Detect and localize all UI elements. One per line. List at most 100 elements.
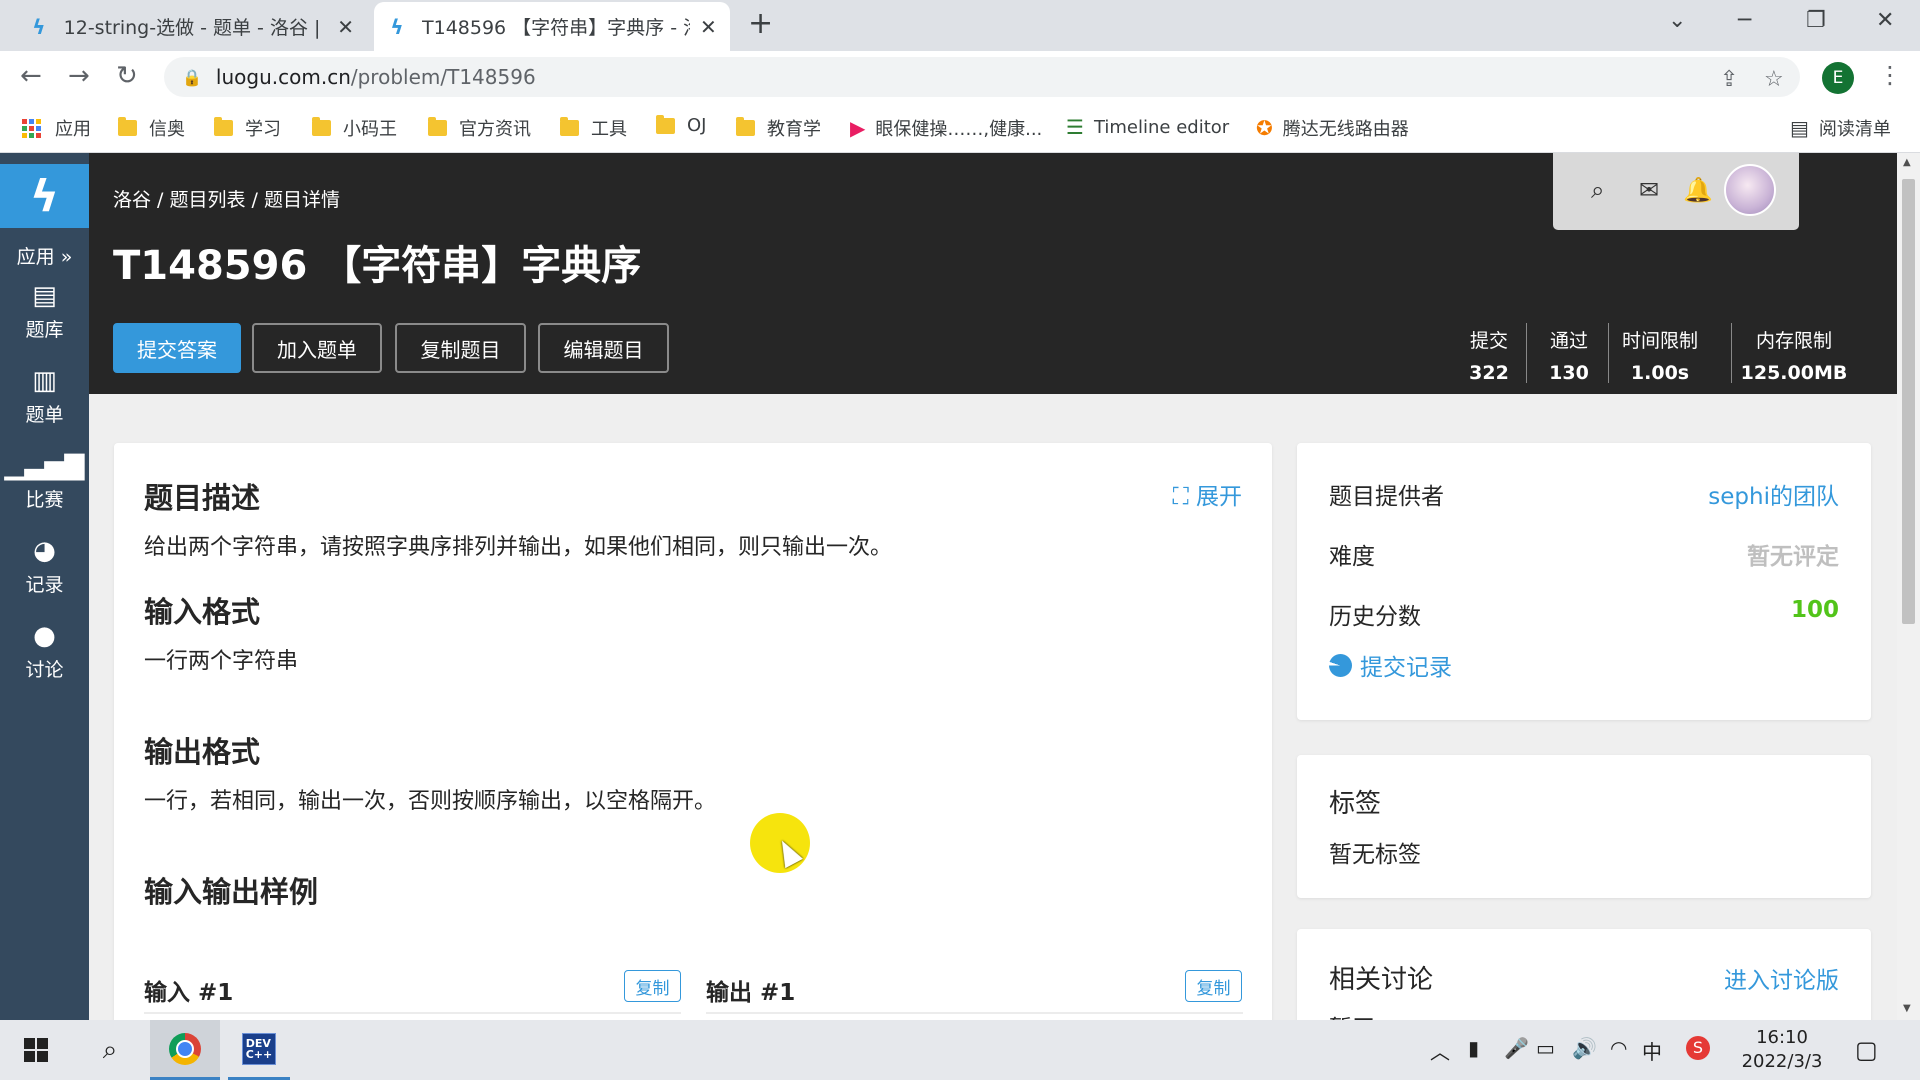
sidebar-item-lists[interactable]: ▥ 题单 xyxy=(0,354,89,439)
discussion-board-link[interactable]: 进入讨论版 xyxy=(1724,961,1839,995)
tab-search-chevron-icon[interactable]: ⌄ xyxy=(1668,8,1686,33)
submit-answer-button[interactable]: 提交答案 xyxy=(113,323,241,373)
reload-icon[interactable]: ↻ xyxy=(116,61,138,91)
sidebar-item-contests[interactable]: ▁▃▅▇ 比赛 xyxy=(0,439,89,524)
copy-output-button[interactable]: 复制 xyxy=(1185,970,1242,1002)
bookmark-folder[interactable]: 信奥 xyxy=(118,115,185,141)
scroll-down-icon[interactable]: ▼ xyxy=(1903,1003,1911,1014)
bookmark-label: 工具 xyxy=(591,119,627,140)
sample-output-box xyxy=(706,1012,1243,1014)
taskbar-chrome[interactable] xyxy=(150,1020,220,1080)
notification-icon[interactable]: ▢ xyxy=(1855,1036,1878,1064)
scrollbar-thumb[interactable] xyxy=(1902,179,1915,624)
copy-problem-button[interactable]: 复制题目 xyxy=(395,323,526,373)
restore-button[interactable]: ❐ xyxy=(1806,8,1826,33)
ime-indicator[interactable]: 中 xyxy=(1642,1036,1662,1065)
difficulty-row: 难度 暂无评定 xyxy=(1329,537,1839,571)
profile-avatar[interactable]: E xyxy=(1822,62,1854,94)
folder-icon xyxy=(428,117,447,136)
tab-title: 12-string-选做 - 题单 - 洛谷 | 计 xyxy=(63,17,328,39)
score-value: 100 xyxy=(1790,597,1839,623)
tab-close-icon[interactable]: ✕ xyxy=(700,15,717,39)
provider-link[interactable]: sephi的团队 xyxy=(1708,477,1839,511)
bookmark-label: 信奥 xyxy=(149,119,185,140)
tab-title: T148596 【字符串】字典序 - 洛 xyxy=(422,17,690,39)
sidebar-item-records[interactable]: ◕ 记录 xyxy=(0,524,89,609)
taskbar-devcpp[interactable]: DEV C++ xyxy=(228,1020,290,1080)
description-heading: 题目描述 xyxy=(144,481,261,515)
bookmark-folder[interactable]: 教育学 xyxy=(736,115,821,141)
pie-chart-icon xyxy=(1329,653,1352,677)
bookmark-folder[interactable]: 官方资讯 xyxy=(428,115,531,141)
sidebar-apps-toggle[interactable]: 应用 » xyxy=(0,242,89,269)
battery-icon[interactable]: ▭ xyxy=(1536,1036,1555,1060)
sidebar-item-problems[interactable]: ▤ 题库 xyxy=(0,269,89,354)
start-button[interactable] xyxy=(10,1020,62,1080)
add-to-list-button[interactable]: 加入题单 xyxy=(252,323,382,373)
sogou-icon[interactable]: S xyxy=(1686,1036,1710,1060)
luogu-logo-icon[interactable]: ϟ xyxy=(0,164,89,228)
breadcrumb[interactable]: 洛谷 / 题目列表 / 题目详情 xyxy=(113,185,340,212)
edit-problem-button[interactable]: 编辑题目 xyxy=(538,323,669,373)
tray-chevron-icon[interactable]: ︿ xyxy=(1430,1036,1450,1065)
scroll-up-icon[interactable]: ▲ xyxy=(1903,157,1911,168)
bookmark-link[interactable]: ▶ 眼保健操……,健康... xyxy=(850,115,1042,141)
volume-icon[interactable]: 🔊 xyxy=(1572,1036,1597,1060)
browser-tab-problem-list[interactable]: ϟ 12-string-选做 - 题单 - 洛谷 | 计 ✕ xyxy=(16,2,366,51)
bookmark-folder[interactable]: 小码王 xyxy=(312,115,397,141)
bookmark-apps[interactable]: 应用 xyxy=(22,115,91,141)
new-tab-button[interactable]: + xyxy=(748,6,773,41)
sidebar-item-discuss[interactable]: ● 讨论 xyxy=(0,609,89,694)
browser-tab-problem[interactable]: ϟ T148596 【字符串】字典序 - 洛 ✕ xyxy=(374,2,730,51)
description-text: 给出两个字符串，请按照字典序排列并输出，如果他们相同，则只输出一次。 xyxy=(144,535,893,560)
bookmark-folder[interactable]: 工具 xyxy=(560,115,627,141)
records-label: 提交记录 xyxy=(1360,655,1452,681)
stat-value: 130 xyxy=(1549,362,1589,384)
reading-list[interactable]: ▤ 阅读清单 xyxy=(1790,115,1891,141)
submission-records-link[interactable]: 提交记录 xyxy=(1329,648,1452,682)
mail-icon[interactable]: ✉ xyxy=(1639,176,1659,204)
bookmark-star-icon[interactable]: ☆ xyxy=(1764,67,1784,92)
wifi-icon[interactable]: ◠ xyxy=(1610,1036,1627,1060)
minimize-button[interactable]: ─ xyxy=(1738,8,1751,33)
router-icon: ✪ xyxy=(1256,116,1273,140)
stat-accepted: 通过 130 xyxy=(1537,326,1601,384)
tab-close-icon[interactable]: ✕ xyxy=(337,15,354,39)
score-row: 历史分数 100 xyxy=(1329,597,1839,631)
bookmark-label: 教育学 xyxy=(767,119,821,140)
clipboard-icon: ▥ xyxy=(32,366,57,396)
stat-value: 322 xyxy=(1469,362,1509,384)
microphone-icon[interactable]: 🎤 xyxy=(1504,1036,1529,1060)
bookmark-link[interactable]: ✪ 腾达无线路由器 xyxy=(1256,115,1409,141)
address-bar[interactable]: 🔒 luogu.com.cn/problem/T148596 ⇪ ☆ xyxy=(164,57,1800,97)
bookmark-link[interactable]: ☰ Timeline editor xyxy=(1066,115,1229,139)
stat-divider xyxy=(1731,323,1732,383)
copy-input-button[interactable]: 复制 xyxy=(624,970,681,1002)
forward-arrow-icon[interactable]: → xyxy=(68,61,90,91)
bookmark-label: 小码王 xyxy=(343,119,397,140)
url-host: luogu.com.cn xyxy=(215,65,351,89)
output-format-text: 一行，若相同，输出一次，否则按顺序输出，以空格隔开。 xyxy=(144,789,717,814)
lock-icon: 🔒 xyxy=(182,67,202,87)
folder-icon xyxy=(118,117,137,136)
expand-button[interactable]: ⛶ 展开 xyxy=(1173,477,1242,511)
sidebar: ϟ 应用 » ▤ 题库 ▥ 题单 ▁▃▅▇ 比赛 ◕ 记录 ● 讨论 xyxy=(0,153,89,1020)
taskbar-clock[interactable]: 16:10 2022/3/3 xyxy=(1735,1026,1829,1074)
page-scrollbar[interactable]: ▲ ▼ xyxy=(1897,153,1920,1020)
luogu-favicon-icon: ϟ xyxy=(32,14,46,39)
folder-icon xyxy=(656,114,675,134)
problem-info-card: 题目提供者 sephi的团队 难度 暂无评定 历史分数 100 提交记录 xyxy=(1297,443,1871,720)
bookmark-folder[interactable]: OJ xyxy=(656,114,706,136)
bell-icon[interactable]: 🔔 xyxy=(1683,176,1713,204)
search-icon[interactable]: ⌕ xyxy=(1591,176,1604,204)
close-window-button[interactable]: ✕ xyxy=(1876,8,1894,33)
back-arrow-icon[interactable]: ← xyxy=(20,61,42,91)
tray-device-icon[interactable]: ▮ xyxy=(1468,1036,1479,1060)
browser-menu-icon[interactable]: ⋮ xyxy=(1878,61,1902,89)
devcpp-icon: DEV C++ xyxy=(242,1032,276,1065)
taskbar-search-icon[interactable]: ⌕ xyxy=(86,1020,134,1080)
share-icon[interactable]: ⇪ xyxy=(1720,67,1738,92)
avatar[interactable] xyxy=(1724,164,1776,216)
sample-input-box xyxy=(144,1012,681,1014)
bookmark-folder[interactable]: 学习 xyxy=(214,115,281,141)
